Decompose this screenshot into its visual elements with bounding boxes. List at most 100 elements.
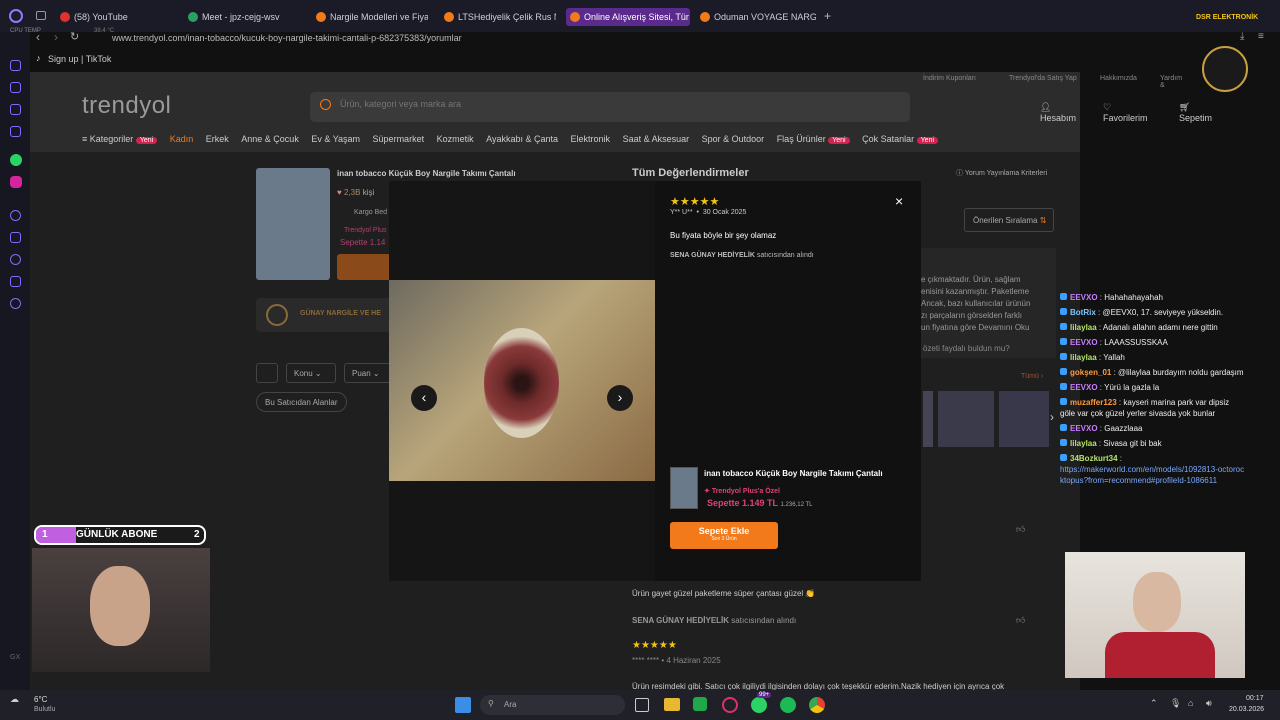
photo-thumb[interactable] [923,391,933,447]
sidebar-home-icon[interactable] [10,60,21,71]
bookmark-tiktok[interactable]: Sign up | TikTok [48,54,111,64]
product-title[interactable]: inan tobacco Küçük Boy Nargile Takımı Ça… [337,169,516,178]
volume-icon[interactable]: 🔊︎ [1206,698,1212,709]
nav-flas-urunler[interactable]: Flaş Ürünler [777,134,826,144]
opera-gx-logo-icon[interactable] [9,9,23,23]
top-link-coupons[interactable]: İndirim Kuponları [923,75,976,82]
chat-username[interactable]: muzaffer123 [1070,398,1117,407]
nav-supermarket[interactable]: Süpermarket [373,134,425,144]
filter-score[interactable]: Puan ⌄ [344,363,394,383]
tab-meet[interactable]: Meet - jpz-cejg-wsv [188,8,308,26]
sidebar-pin-icon[interactable] [10,232,21,243]
sort-dropdown[interactable]: Önerilen Sıralama ⇅ [964,208,1054,232]
taskview-icon[interactable] [635,698,649,712]
chat-username[interactable]: gokşen_01 [1070,368,1111,377]
nav-erkek[interactable]: Erkek [206,134,229,144]
store-banner[interactable]: GÜNAY NARGİLE VE HE [256,298,406,332]
close-button[interactable]: × [895,193,903,209]
add-to-cart-bg-button[interactable] [337,254,397,280]
network-icon[interactable]: ⌂ [1188,698,1193,708]
nav-categories[interactable]: Kategoriler [90,134,134,144]
nav-kozmetik[interactable]: Kozmetik [437,134,474,144]
sidebar-settings-icon[interactable] [10,298,21,309]
chat-username[interactable]: EEVXO [1070,383,1098,392]
forward-icon[interactable]: › [54,30,58,44]
seller-areas-chip[interactable]: Bu Satıcıdan Alanlar [256,392,347,412]
sidebar-extensions-icon[interactable] [10,276,21,287]
chat-username[interactable]: EEVXO [1070,338,1098,347]
chat-username[interactable]: lilaylaa [1070,353,1097,362]
taskbar-search[interactable]: ⚲ Ara [480,695,625,715]
like-icon[interactable]: 👍︎ [1016,615,1025,626]
tab-youtube[interactable]: (58) YouTube [60,8,180,26]
xbox-icon[interactable] [693,697,707,711]
prev-image-button[interactable]: ‹ [411,385,437,411]
tab-ltshediyelik[interactable]: LTSHediyelik Çelik Rus Na [444,8,556,26]
weather-temp[interactable]: 6°C [34,695,47,704]
photo-thumb[interactable] [938,391,994,447]
chat-username[interactable]: EEVXO [1070,293,1098,302]
chat-username[interactable]: 34Bozkurt34 [1070,454,1118,463]
sidebar-history-icon[interactable] [10,254,21,265]
top-link-sell[interactable]: Trendyol'da Satış Yap [1009,75,1077,82]
nav-ayakkabi-canta[interactable]: Ayakkabı & Çanta [486,134,558,144]
search-box[interactable] [310,92,910,122]
all-photos-link[interactable]: Tümü › [1021,373,1043,380]
nav-cok-satanlar[interactable]: Çok Satanlar [862,134,914,144]
nav-anne-cocuk[interactable]: Anne & Çocuk [241,134,299,144]
carousel-next-icon[interactable]: › [1050,410,1054,424]
like-icon[interactable]: 👍︎ [1016,524,1025,535]
sidebar-player-icon[interactable] [10,82,21,93]
chat-username[interactable]: BotRix [1070,308,1096,317]
modal-product-thumb[interactable] [670,467,698,509]
nav-elektronik[interactable]: Elektronik [571,134,611,144]
account-link[interactable]: 👤︎ Hesabım [1040,102,1080,123]
file-explorer-icon[interactable] [664,698,680,711]
tab-oduman-voyage[interactable]: Oduman VOYAGE NARGİLE [700,8,816,26]
review-criteria-link[interactable]: ⓘ Yorum Yayınlama Kriterleri [956,168,1047,178]
top-link-help[interactable]: Yardım & [1160,75,1182,89]
sidebar-video-icon[interactable] [10,210,21,221]
spotify-icon[interactable] [780,697,796,713]
chrome-icon[interactable] [809,697,825,713]
filter-icon[interactable] [256,363,278,383]
nav-saat-aksesuar[interactable]: Saat & Aksesuar [623,134,690,144]
nav-spor-outdoor[interactable]: Spor & Outdoor [702,134,765,144]
tab-icon[interactable] [36,11,46,20]
top-link-about[interactable]: Hakkımızda [1100,75,1137,82]
chat-username[interactable]: lilaylaa [1070,323,1097,332]
new-tab-button[interactable]: + [824,9,831,23]
url-text[interactable]: www.trendyol.com/inan-tobacco/kucuk-boy-… [112,33,462,43]
search-input[interactable] [340,99,860,109]
instagram-icon[interactable] [10,176,22,188]
modal-product-title[interactable]: inan tobacco Küçük Boy Nargile Takımı Ça… [704,469,883,478]
download-icon[interactable]: ⤓ [1240,31,1244,42]
sidebar-store-icon[interactable] [10,104,21,115]
whatsapp-icon[interactable] [10,154,22,166]
next-image-button[interactable]: › [607,385,633,411]
filter-topic[interactable]: Konu ⌄ [286,363,336,383]
product-thumbnail[interactable] [256,168,330,280]
windows-start-icon[interactable] [455,697,471,713]
cart-link[interactable]: 🛒︎ Sepetim [1179,102,1212,123]
nav-ev-yasam[interactable]: Ev & Yaşam [311,134,360,144]
clock-date[interactable]: 20.03.2026 [1229,706,1264,713]
tab-nargile-modelleri[interactable]: Nargile Modelleri ve Fiyatl [316,8,428,26]
photo-thumb[interactable] [999,391,1049,447]
add-to-cart-button[interactable]: Sepete Ekle Son 3 Ürün [670,522,778,549]
back-icon[interactable]: ‹ [36,30,40,44]
clock-time[interactable]: 00:17 [1246,695,1264,702]
sidebar-messenger-icon[interactable] [10,126,21,137]
opera-icon[interactable] [722,697,738,713]
tray-chevron-icon[interactable]: ⌃ [1150,698,1158,709]
site-logo[interactable]: trendyol [82,92,171,120]
reload-icon[interactable]: ↻ [70,30,79,43]
menu-icon[interactable]: ≡ [1258,31,1264,42]
chat-username[interactable]: lilaylaa [1070,439,1097,448]
tab-online-alisveris[interactable]: Online Alışveriş Sitesi, Tür [566,8,690,26]
whatsapp-taskbar-icon[interactable] [751,697,767,713]
nav-kadin[interactable]: Kadın [170,134,194,144]
chat-username[interactable]: EEVXO [1070,424,1098,433]
mic-icon[interactable]: 🎙︎ [1170,698,1181,709]
favorites-link[interactable]: ♡ Favorilerim [1103,102,1148,123]
